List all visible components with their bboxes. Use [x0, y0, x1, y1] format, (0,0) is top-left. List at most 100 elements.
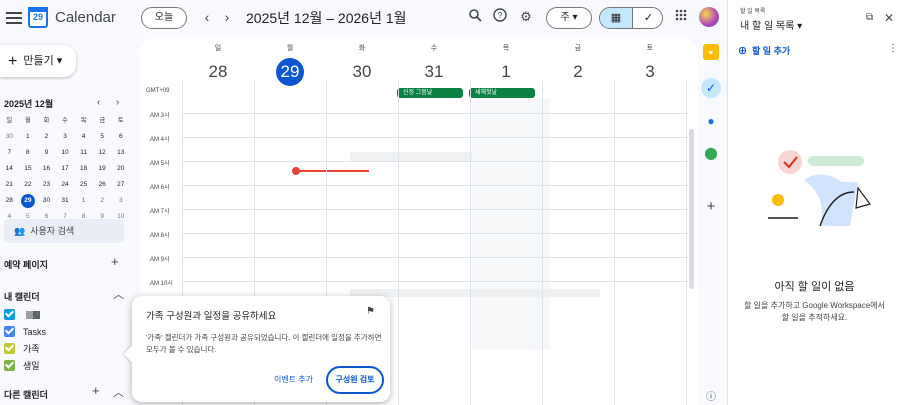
previous-period-icon[interactable]: ‹	[200, 7, 214, 27]
close-icon[interactable]: ✕	[884, 11, 894, 25]
date-number[interactable]: 2	[542, 58, 614, 86]
mini-calendar-day[interactable]: 20	[111, 161, 130, 177]
info-icon[interactable]: ⓘ	[703, 390, 719, 405]
tasks-view-icon[interactable]: ✓	[632, 8, 662, 28]
mini-calendar-day[interactable]: 8	[19, 145, 38, 161]
mini-calendar-day[interactable]: 1	[74, 193, 93, 209]
account-avatar[interactable]	[699, 7, 719, 27]
date-number[interactable]: 30	[326, 58, 398, 86]
mini-calendar-day[interactable]: 30	[0, 129, 19, 145]
add-event-link[interactable]: 이벤트 추가	[274, 374, 313, 385]
mini-calendar-day[interactable]: 7	[0, 145, 19, 161]
add-other-calendar-icon[interactable]: +	[92, 383, 100, 398]
today-button[interactable]: 오늘	[141, 7, 187, 29]
calendar-view-icon[interactable]: ▦	[600, 8, 632, 28]
keep-icon[interactable]: ▪	[703, 44, 719, 60]
search-icon[interactable]	[466, 8, 484, 26]
date-number[interactable]: 31	[398, 58, 470, 86]
mini-prev-month-icon[interactable]: ‹	[97, 97, 100, 108]
calendar-item-tasks[interactable]: Tasks	[4, 326, 46, 340]
mini-calendar-day[interactable]: 11	[74, 145, 93, 161]
google-apps-icon[interactable]	[672, 8, 690, 26]
mini-calendar-day[interactable]: 18	[74, 161, 93, 177]
mini-calendar-day[interactable]: 10	[56, 145, 75, 161]
date-number[interactable]: 28	[182, 58, 254, 86]
mini-calendar-day[interactable]: 31	[56, 193, 75, 209]
review-members-button[interactable]: 구성원 검토	[326, 366, 384, 394]
mini-calendar-day[interactable]: 4	[74, 129, 93, 145]
collapse-my-calendars-icon[interactable]: ︿	[113, 286, 124, 302]
date-number[interactable]: 1	[470, 58, 542, 86]
mini-calendar-day[interactable]: 27	[111, 177, 130, 193]
mini-calendar-day[interactable]: 23	[37, 177, 56, 193]
other-calendars-label[interactable]: 다른 캘린더	[4, 388, 48, 401]
add-booking-page-icon[interactable]: +	[111, 254, 119, 269]
mini-calendar-day[interactable]: 16	[37, 161, 56, 177]
calendar-checkbox[interactable]	[4, 326, 15, 337]
maps-icon[interactable]: ⬤	[703, 145, 719, 161]
mini-calendar-day[interactable]: 3	[56, 129, 75, 145]
main-menu-icon[interactable]	[6, 9, 22, 27]
mini-calendar-day[interactable]: 15	[19, 161, 38, 177]
today-date-number[interactable]: 29	[276, 58, 304, 86]
mini-calendar-weekday: 월	[24, 117, 31, 124]
day-header[interactable]: 화 30	[326, 43, 398, 86]
mini-calendar-day[interactable]: 24	[56, 177, 75, 193]
next-period-icon[interactable]: ›	[220, 7, 234, 27]
day-header[interactable]: 목1	[470, 43, 542, 86]
calendar-item-primary[interactable]	[4, 309, 40, 323]
day-header[interactable]: 금2	[542, 43, 614, 86]
mini-calendar-day[interactable]: 6	[111, 129, 130, 145]
mini-calendar-day[interactable]: 3	[111, 193, 130, 209]
mini-calendar-day[interactable]: 5	[93, 129, 112, 145]
feedback-flag-icon[interactable]: ⚑	[366, 306, 375, 317]
view-switcher-button[interactable]: 주 ▾	[546, 7, 592, 29]
all-day-event[interactable]: 새해첫날	[469, 88, 535, 98]
date-number[interactable]: 3	[614, 58, 686, 86]
day-header[interactable]: 토3	[614, 43, 686, 86]
collapse-other-calendars-icon[interactable]: ︿	[113, 384, 124, 400]
calendar-checkbox[interactable]	[4, 343, 15, 354]
mini-calendar-day[interactable]: 9	[37, 145, 56, 161]
hour-label: AM 5시	[150, 161, 170, 167]
open-in-new-tab-icon[interactable]: ⧉	[866, 12, 873, 23]
mini-calendar-title: 2025년 12월	[4, 99, 54, 109]
mini-calendar-day[interactable]: 29	[19, 193, 38, 209]
settings-gear-icon[interactable]: ⚙	[517, 8, 535, 26]
mini-calendar-day[interactable]: 2	[93, 193, 112, 209]
day-header[interactable]: 수 31	[398, 43, 470, 86]
mini-calendar-day[interactable]: 14	[0, 161, 19, 177]
mini-calendar-day[interactable]: 12	[93, 145, 112, 161]
get-addons-icon[interactable]: +	[703, 199, 719, 215]
calendar-checkbox[interactable]	[4, 360, 15, 371]
mini-calendar-day[interactable]: 1	[19, 129, 38, 145]
add-task-button[interactable]: ⊕ 할 일 추가	[738, 44, 790, 57]
week-scrollbar[interactable]	[689, 129, 694, 289]
mini-calendar-day[interactable]: 22	[19, 177, 38, 193]
my-calendars-label[interactable]: 내 캘린더	[4, 290, 40, 303]
day-header[interactable]: 일 28	[182, 43, 254, 86]
mini-calendar-day[interactable]: 26	[93, 177, 112, 193]
calendar-item-family[interactable]: 가족	[4, 343, 40, 357]
more-options-icon[interactable]: ⋮	[888, 43, 898, 54]
mini-calendar-day[interactable]: 30	[37, 193, 56, 209]
create-button[interactable]: + 만들기 ▾	[0, 45, 76, 77]
mini-calendar-day[interactable]: 19	[93, 161, 112, 177]
mini-calendar-day[interactable]: 17	[56, 161, 75, 177]
mini-calendar-day[interactable]: 28	[0, 193, 19, 209]
day-header[interactable]: 월 29	[254, 43, 326, 86]
task-list-selector[interactable]: 내 할 일 목록 ▾	[740, 17, 802, 32]
calendar-checkbox[interactable]	[4, 309, 15, 320]
mini-calendar-day[interactable]: 2	[37, 129, 56, 145]
contacts-icon[interactable]: ●	[703, 113, 719, 129]
day-of-week: 수	[430, 45, 438, 52]
calendar-item-birthdays[interactable]: 생일	[4, 360, 40, 374]
mini-next-month-icon[interactable]: ›	[116, 97, 119, 108]
mini-calendar-day[interactable]: 21	[0, 177, 19, 193]
help-icon[interactable]: ?	[491, 8, 509, 26]
all-day-event[interactable]: 신정 그믐날	[397, 88, 463, 98]
mini-calendar-day[interactable]: 13	[111, 145, 130, 161]
tasks-icon[interactable]: ✓	[701, 78, 721, 98]
search-people-field[interactable]: 👥 사용자 검색	[4, 219, 124, 243]
mini-calendar-day[interactable]: 25	[74, 177, 93, 193]
